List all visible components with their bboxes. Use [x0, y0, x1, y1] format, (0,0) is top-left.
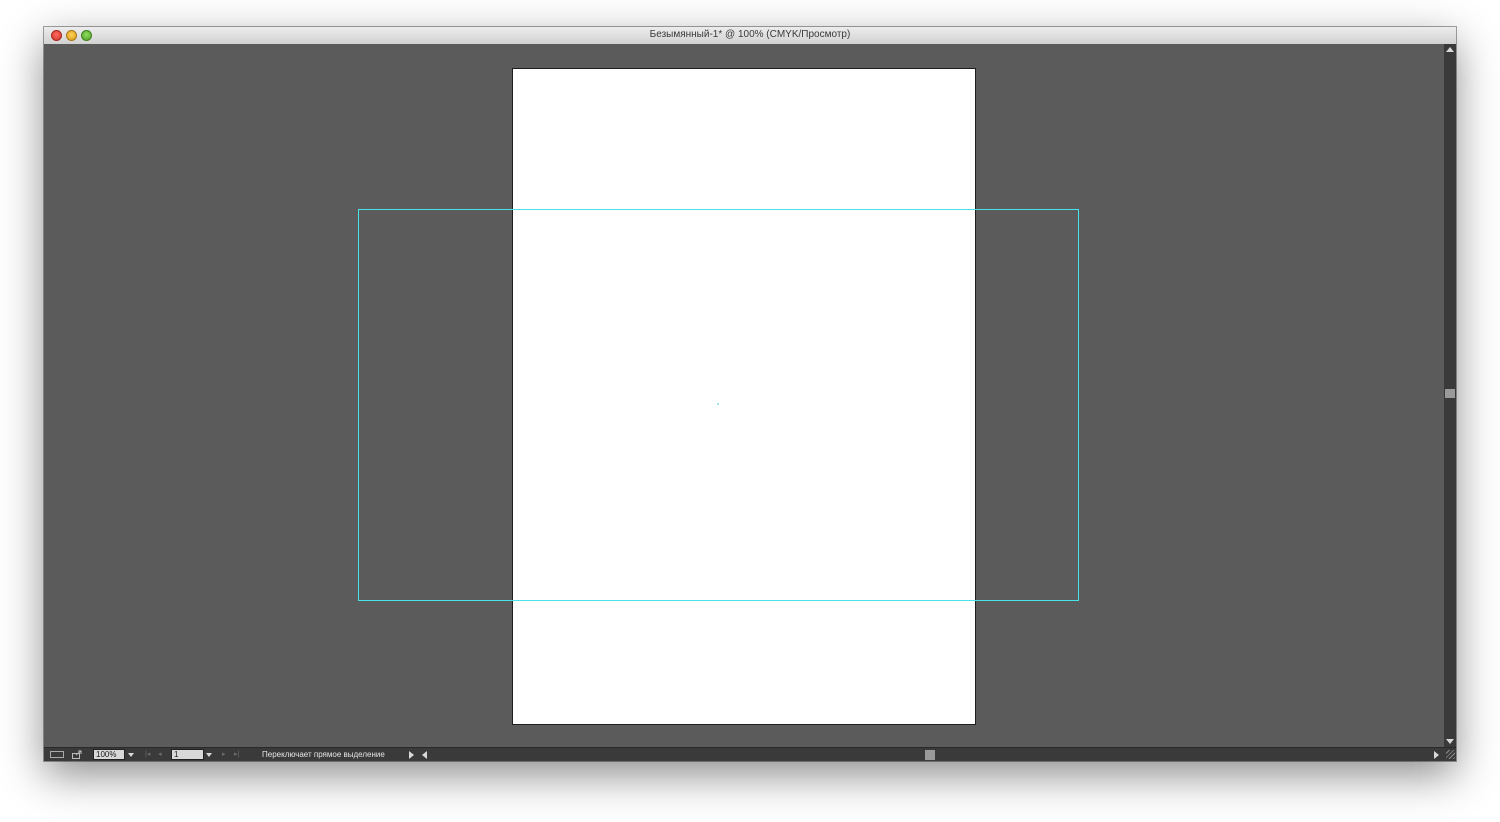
- vertical-scrollbar[interactable]: [1444, 44, 1456, 747]
- window-title: Безымянный-1* @ 100% (CMYK/Просмотр): [649, 29, 851, 40]
- vertical-scroll-thumb[interactable]: [1445, 389, 1455, 398]
- illustrator-document-window: Безымянный-1* @ 100% (CMYK/Просмотр) 100…: [44, 27, 1456, 761]
- selection-bounding-box[interactable]: [358, 209, 1079, 601]
- next-page-icon[interactable]: ▸: [222, 750, 226, 758]
- page-dropdown-chevron-down-icon[interactable]: [206, 753, 212, 757]
- zoom-dropdown-chevron-down-icon[interactable]: [128, 753, 134, 757]
- share-export-icon[interactable]: [72, 750, 83, 759]
- first-page-icon[interactable]: |◂: [145, 750, 150, 758]
- status-message: Переключает прямое выделение: [262, 750, 385, 759]
- scroll-left-arrow-icon[interactable]: [422, 751, 427, 759]
- document-canvas[interactable]: [44, 44, 1444, 747]
- status-menu-arrow-icon[interactable]: [409, 751, 414, 759]
- title-bar[interactable]: Безымянный-1* @ 100% (CMYK/Просмотр): [44, 27, 1456, 45]
- scroll-up-arrow-icon[interactable]: [1446, 47, 1454, 52]
- horizontal-scroll-thumb[interactable]: [925, 750, 935, 760]
- page-number-field[interactable]: 1: [171, 749, 204, 760]
- zoom-level-field[interactable]: 100%: [93, 749, 125, 760]
- previous-page-icon[interactable]: ◂: [158, 750, 162, 758]
- status-bar: 100% |◂ ◂ 1 ▸ ▸| Переключает прямое выде…: [44, 747, 1456, 761]
- window-resize-grip[interactable]: [1446, 750, 1455, 759]
- selection-center-point: [717, 403, 719, 405]
- scroll-down-arrow-icon[interactable]: [1446, 739, 1454, 744]
- last-page-icon[interactable]: ▸|: [234, 750, 239, 758]
- scroll-right-arrow-icon[interactable]: [1434, 751, 1439, 759]
- artboard-navigator-icon[interactable]: [50, 751, 64, 758]
